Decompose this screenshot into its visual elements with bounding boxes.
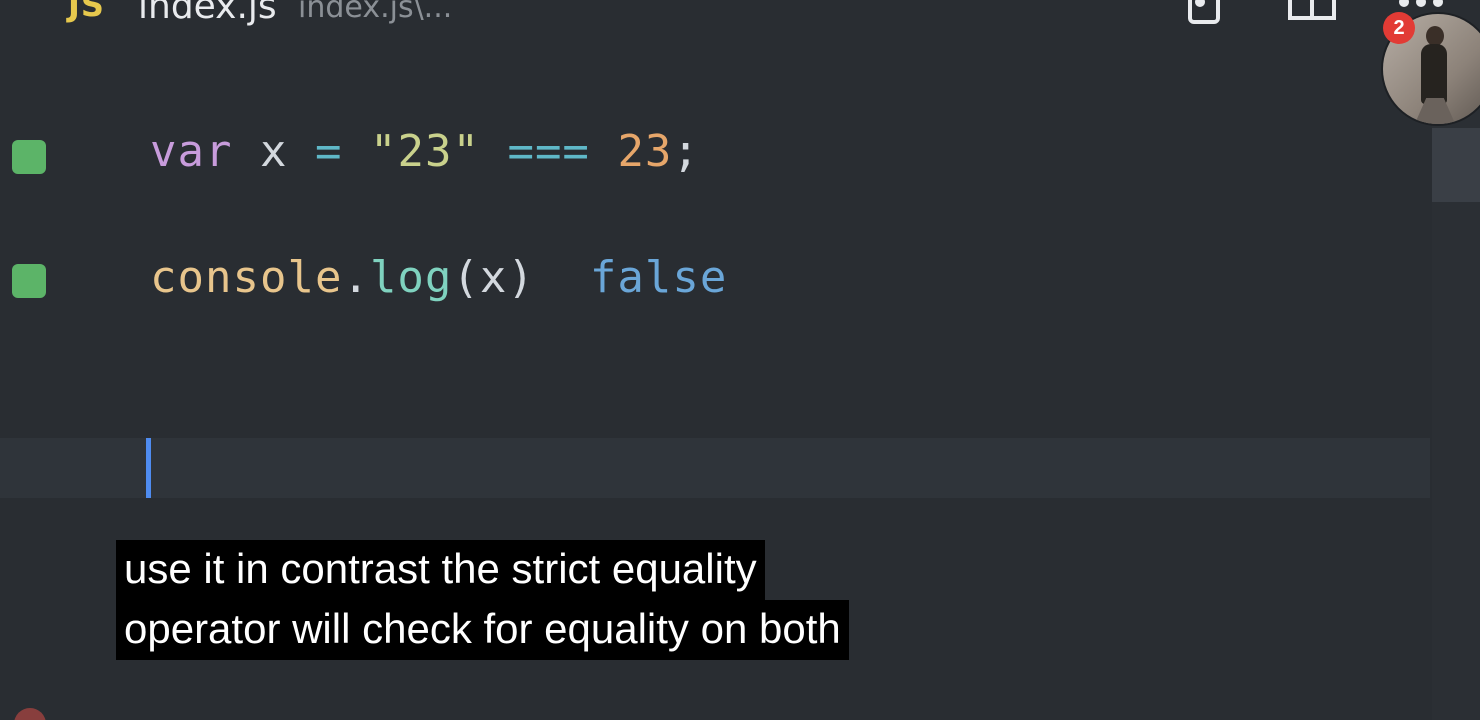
more-actions-icon[interactable] (1396, 0, 1446, 13)
paren-close-token: ) (507, 252, 535, 303)
inline-result: false (589, 252, 728, 303)
notification-badge: 2 (1383, 12, 1415, 44)
object-token: console (150, 252, 343, 303)
gutter-run-marker[interactable] (12, 140, 46, 174)
string-token: "23" (369, 126, 480, 177)
semicolon-token: ; (672, 126, 700, 177)
number-token: 23 (617, 126, 673, 177)
paren-open-token: ( (452, 252, 480, 303)
method-token: log (369, 252, 453, 303)
screen: JS index.js index.js\... var x = "23" ==… (0, 0, 1480, 720)
split-editor-icon[interactable] (1288, 0, 1336, 27)
open-preview-icon[interactable] (1184, 0, 1224, 33)
subtitle-line-2: operator will check for equality on both (116, 600, 849, 660)
dot-token: . (342, 252, 370, 303)
code-line-2[interactable]: console.log(x) false (150, 252, 727, 303)
tab-path: index.js\... (298, 0, 453, 25)
strict-equality-operator-token: === (507, 126, 590, 177)
person-legs (1413, 98, 1457, 124)
active-line-highlight (0, 438, 1430, 498)
person-head (1426, 26, 1444, 46)
javascript-file-icon: JS (68, 0, 105, 24)
vertical-scrollbar[interactable] (1432, 40, 1480, 720)
subtitle-line-1: use it in contrast the strict equality (116, 540, 765, 600)
text-cursor (146, 438, 151, 498)
person-body (1421, 44, 1447, 104)
keyword-token: var (150, 126, 233, 177)
tab-title[interactable]: index.js (138, 0, 277, 27)
assign-operator-token: = (314, 126, 343, 177)
breakpoint-dot[interactable] (14, 708, 46, 720)
code-line-1[interactable]: var x = "23" === 23; (150, 126, 700, 177)
argument-token: x (479, 252, 508, 303)
gutter-run-marker[interactable] (12, 264, 46, 298)
identifier-token: x (259, 126, 288, 177)
editor-tab-bar: JS index.js index.js\... (0, 0, 1480, 40)
scrollbar-thumb[interactable] (1432, 128, 1480, 202)
